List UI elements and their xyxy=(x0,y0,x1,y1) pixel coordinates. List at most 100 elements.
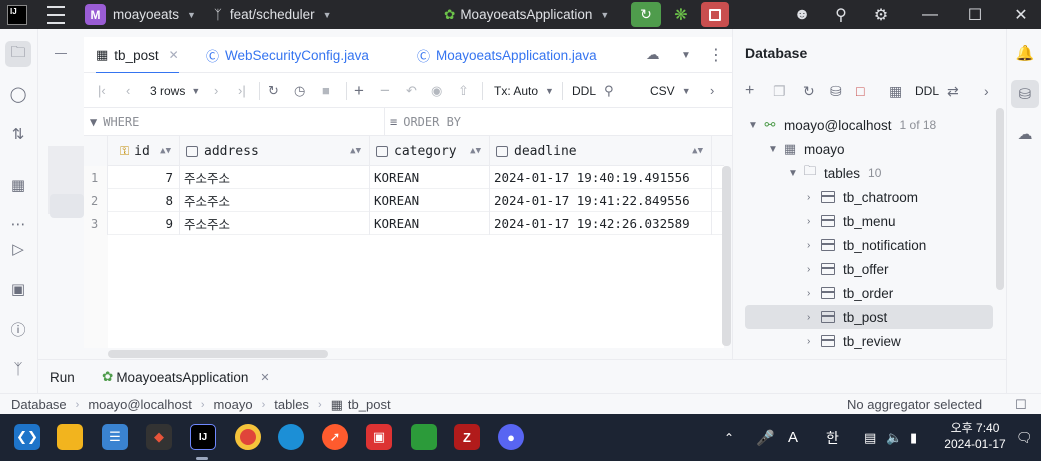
table-row[interactable]: 3 9 주소주소 KOREAN 2024-01-17 19:42:26.0325… xyxy=(84,212,724,235)
notepad-icon[interactable]: ☰ xyxy=(102,424,128,450)
collapse-icon[interactable] xyxy=(55,53,67,54)
tree-node-table-selected[interactable]: › tb_post xyxy=(745,305,993,329)
ai-assistant-icon[interactable]: ☁ xyxy=(1011,120,1039,148)
settings-gear-icon[interactable]: ⚙ xyxy=(869,0,893,29)
sort-icon[interactable]: ▲▼ xyxy=(470,146,481,156)
close-tab-icon[interactable]: ✕ xyxy=(260,371,269,384)
tree-node-connection[interactable]: ▼ ⚯ moayo@localhost 1 of 18 xyxy=(748,113,936,137)
jump-to-source-icon[interactable]: ⇄ xyxy=(947,75,959,107)
tree-node-tables-folder[interactable]: ▼ 🗀 tables 10 xyxy=(788,161,881,185)
cell-deadline[interactable]: 2024-01-17 19:42:26.032589 xyxy=(490,212,712,235)
column-header-id[interactable]: ⚿ id ▲▼ xyxy=(108,136,180,166)
table-view-icon[interactable]: ▦ xyxy=(889,75,902,107)
intellij-logo-icon[interactable]: IJ xyxy=(7,5,27,25)
table-row[interactable]: 1 7 주소주소 KOREAN 2024-01-17 19:40:19.4915… xyxy=(84,166,724,189)
last-page-icon[interactable]: ›| xyxy=(238,73,246,108)
spreadsheet-app-icon[interactable] xyxy=(411,424,437,450)
grid-vertical-scrollbar[interactable] xyxy=(722,166,731,346)
run-tool-icon[interactable]: ▷ xyxy=(5,236,31,262)
rerun-button[interactable]: ↻ xyxy=(631,2,661,27)
run-config-selector[interactable]: ✿ MoayoeatsApplication ▼ xyxy=(444,0,609,29)
notifications-bell-icon[interactable]: 🔔 xyxy=(1011,39,1039,67)
minimize-window-icon[interactable]: — xyxy=(918,0,942,29)
next-page-icon[interactable]: › xyxy=(214,73,218,108)
cell-address[interactable]: 주소주소 xyxy=(180,189,370,212)
volume-icon[interactable]: 🔈 xyxy=(886,414,902,461)
table-row[interactable]: 2 8 주소주소 KOREAN 2024-01-17 19:41:22.8495… xyxy=(84,189,724,212)
copy-icon[interactable]: ❐ xyxy=(773,75,786,107)
tree-node-table[interactable]: › tb_offer xyxy=(807,257,889,281)
more-actions-chevron-icon[interactable]: › xyxy=(984,75,989,107)
stop-button[interactable] xyxy=(701,2,729,27)
edge-icon[interactable] xyxy=(278,424,304,450)
cell-address[interactable]: 주소주소 xyxy=(180,166,370,189)
revert-icon[interactable]: ↶ xyxy=(406,73,417,108)
run-config-tab[interactable]: ✿ MoayoeatsApplication ✕ xyxy=(102,360,270,394)
refresh-icon[interactable]: ↻ xyxy=(803,75,815,107)
more-tools-icon[interactable]: ⋯ xyxy=(5,211,31,237)
add-user-icon[interactable]: ☻ xyxy=(790,0,814,29)
project-badge[interactable]: M xyxy=(85,4,106,25)
postman-icon[interactable]: ➚ xyxy=(322,424,348,450)
network-icon[interactable]: ▤ xyxy=(864,414,876,461)
database-icon[interactable]: ⛁ xyxy=(1011,80,1039,108)
sort-icon[interactable]: ▲▼ xyxy=(350,146,361,156)
refresh-icon[interactable]: ↻ xyxy=(268,73,279,108)
branch-switcher[interactable]: ᛉ feat/scheduler ▼ xyxy=(214,0,332,29)
cell-deadline[interactable]: 2024-01-17 19:41:22.849556 xyxy=(490,189,712,212)
column-header-address[interactable]: address ▲▼ xyxy=(180,136,370,166)
filezilla-icon[interactable]: Z xyxy=(454,424,480,450)
export-format-selector[interactable]: CSV ▼ xyxy=(650,73,691,108)
datasource-properties-icon[interactable]: ⛁ xyxy=(830,75,842,107)
structure-icon[interactable]: ▦ xyxy=(5,172,31,198)
ddl-button[interactable]: DDL xyxy=(572,73,596,108)
sort-icon[interactable]: ▲▼ xyxy=(160,146,171,156)
first-page-icon[interactable]: |‹ xyxy=(98,73,106,108)
maximize-window-icon[interactable]: ☐ xyxy=(963,0,987,29)
problems-icon[interactable]: ⓘ xyxy=(5,316,31,342)
intellij-taskbar-icon[interactable]: IJ xyxy=(190,424,216,450)
breadcrumb-item[interactable]: tb_post xyxy=(348,397,391,412)
notification-center-icon[interactable]: 🗨 xyxy=(1016,414,1033,461)
add-row-icon[interactable]: + xyxy=(354,73,364,108)
terminal-icon[interactable]: ▣ xyxy=(5,276,31,302)
grid-horizontal-scrollbar[interactable] xyxy=(108,350,328,358)
cell-deadline[interactable]: 2024-01-17 19:40:19.491556 xyxy=(490,166,712,189)
tab-actions-icon[interactable]: ☁ xyxy=(646,37,660,73)
search-icon[interactable]: ⚲ xyxy=(829,0,853,29)
run-tab[interactable]: Run xyxy=(50,360,75,394)
search-icon[interactable]: ⚲ xyxy=(604,73,614,108)
discord-icon[interactable]: ● xyxy=(498,424,524,450)
tab-moayoeatsapplication[interactable]: Ⓒ MoayoeatsApplication.java xyxy=(417,37,597,73)
tree-node-schema[interactable]: ▼ ▦ moayo xyxy=(768,137,845,161)
project-switcher[interactable]: moayoeats ▼ xyxy=(113,0,196,29)
cell-id[interactable]: 7 xyxy=(108,166,180,189)
tx-mode-selector[interactable]: Tx: Auto ▼ xyxy=(494,73,554,108)
chrome-icon[interactable] xyxy=(235,424,261,450)
close-tab-icon[interactable]: ✕ xyxy=(169,48,179,62)
vscode-icon[interactable]: ❮❯ xyxy=(14,424,40,450)
disconnect-icon[interactable]: □ xyxy=(856,75,864,107)
column-header-category[interactable]: category ▲▼ xyxy=(370,136,490,166)
breadcrumb-item[interactable]: Database xyxy=(11,397,67,412)
microphone-icon[interactable]: 🎤 xyxy=(756,414,775,461)
add-datasource-icon[interactable]: + xyxy=(745,75,754,107)
ddl-button[interactable]: DDL xyxy=(915,75,939,107)
pull-request-icon[interactable]: ⇅ xyxy=(5,121,31,147)
previous-page-icon[interactable]: ‹ xyxy=(126,73,130,108)
ime-language[interactable]: 한 xyxy=(826,414,839,461)
clock[interactable]: 오후 7:40 2024-01-17 xyxy=(940,420,1010,452)
lock-icon[interactable]: ☐ xyxy=(1015,394,1027,415)
git-client-icon[interactable]: ◆ xyxy=(146,424,172,450)
tab-websecurityconfig[interactable]: Ⓒ WebSecurityConfig.java xyxy=(206,37,369,73)
main-menu-button[interactable] xyxy=(46,0,66,29)
more-options-icon[interactable]: ⋮ xyxy=(708,37,724,73)
battery-icon[interactable]: ▮ xyxy=(910,414,917,461)
preview-changes-icon[interactable]: ◉ xyxy=(431,73,442,108)
cell-category[interactable]: KOREAN xyxy=(370,189,490,212)
git-icon[interactable]: ᛉ xyxy=(5,356,31,382)
commit-icon[interactable]: ◯ xyxy=(5,81,31,107)
project-folder-icon[interactable]: 🗀 xyxy=(5,41,31,67)
history-icon[interactable]: ◷ xyxy=(294,73,305,108)
tree-node-table[interactable]: › tb_review xyxy=(807,329,901,353)
